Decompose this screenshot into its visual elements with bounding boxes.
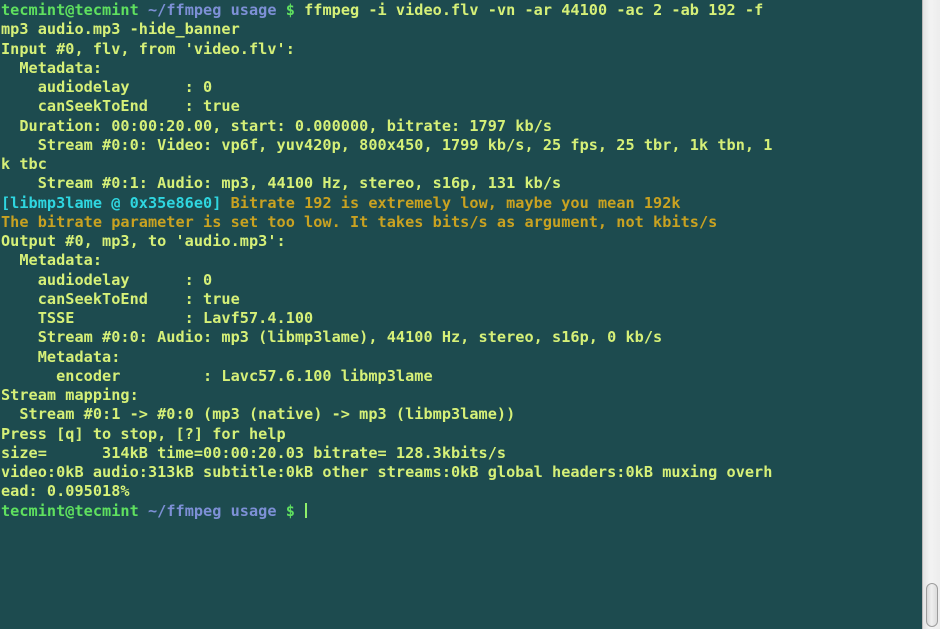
- line-prompt-command-seg-2: ~/ffmpeg usage: [147, 1, 277, 19]
- line-final-prompt-seg-3: [277, 502, 286, 520]
- line-size-progress-seg-0: size= 314kB time=00:00:20.03 bitrate= 12…: [1, 443, 507, 462]
- line-stream-metadata-seg-0: Metadata:: [1, 347, 121, 366]
- terminal-window: tecmint@tecmint ~/ffmpeg usage $ ffmpeg …: [0, 0, 940, 629]
- line-press-q-seg-0: Press [q] to stop, [?] for help: [1, 424, 286, 443]
- line-output-metadata: Metadata:: [1, 251, 922, 270]
- vertical-scrollbar[interactable]: [922, 0, 940, 629]
- line-stream-video: Stream #0:0: Video: vp6f, yuv420p, 800x4…: [1, 136, 922, 155]
- line-stream-mapping-header-seg-0: Stream mapping:: [1, 386, 139, 404]
- line-command-wrap: mp3 audio.mp3 -hide_banner: [1, 20, 922, 39]
- line-input-metadata: Metadata:: [1, 59, 922, 78]
- line-stream-mapping-header: Stream mapping:: [1, 386, 922, 405]
- scrollbar-track[interactable]: [923, 0, 940, 629]
- line-input-canseektoend: canSeekToEnd : true: [1, 97, 922, 116]
- line-final-prompt-seg-5: [295, 502, 304, 520]
- line-stream-video-seg-0: Stream #0:0: Video: vp6f, yuv420p, 800x4…: [1, 135, 773, 154]
- line-final-prompt: tecmint@tecmint ~/ffmpeg usage $: [1, 502, 922, 521]
- line-command-wrap-seg-0: mp3 audio.mp3 -hide_banner: [1, 20, 240, 39]
- line-stream-mapping-entry-seg-0: Stream #0:1 -> #0:0 (mp3 (native) -> mp3…: [1, 405, 516, 424]
- text-cursor: [305, 502, 308, 518]
- line-muxing-overhead-wrap-seg-0: ead: 0.095018%: [1, 482, 130, 501]
- line-input-audiodelay-seg-0: audiodelay : 0: [1, 78, 213, 96]
- line-bitrate-warning: The bitrate parameter is set too low. It…: [1, 213, 922, 232]
- line-libmp3lame-warning: [libmp3lame @ 0x35e86e0] Bitrate 192 is …: [1, 194, 922, 213]
- line-encoder: encoder : Lavc57.6.100 libmp3lame: [1, 367, 922, 386]
- line-input-header: Input #0, flv, from 'video.flv':: [1, 40, 922, 59]
- line-muxing-overhead-seg-0: video:0kB audio:313kB subtitle:0kB other…: [1, 463, 773, 481]
- line-prompt-command: tecmint@tecmint ~/ffmpeg usage $ ffmpeg …: [1, 1, 922, 20]
- line-size-progress: size= 314kB time=00:00:20.03 bitrate= 12…: [1, 444, 922, 463]
- line-muxing-overhead: video:0kB audio:313kB subtitle:0kB other…: [1, 463, 922, 482]
- line-output-tsse: TSSE : Lavf57.4.100: [1, 309, 922, 328]
- line-final-prompt-seg-2: ~/ffmpeg usage: [147, 501, 277, 520]
- line-final-prompt-seg-1: [139, 502, 148, 520]
- line-stream-audio-out-seg-0: Stream #0:0: Audio: mp3 (libmp3lame), 44…: [1, 328, 663, 347]
- line-stream-video-wrap-seg-0: k tbc: [1, 155, 47, 173]
- line-libmp3lame-warning-seg-1: Bitrate 192 is extremely low, maybe you …: [221, 193, 681, 212]
- line-duration-seg-0: Duration: 00:00:20.00, start: 0.000000, …: [1, 116, 553, 135]
- line-prompt-command-seg-0: tecmint@tecmint: [1, 1, 139, 19]
- line-input-canseektoend-seg-0: canSeekToEnd : true: [1, 97, 240, 116]
- line-prompt-command-seg-1: [139, 1, 148, 19]
- line-output-canseektoend-seg-0: canSeekToEnd : true: [1, 289, 240, 308]
- line-output-header: Output #0, mp3, to 'audio.mp3':: [1, 232, 922, 251]
- line-stream-audio-in-seg-0: Stream #0:1: Audio: mp3, 44100 Hz, stere…: [1, 174, 562, 193]
- line-prompt-command-seg-4: $: [285, 1, 295, 19]
- line-stream-video-wrap: k tbc: [1, 155, 922, 174]
- line-prompt-command-seg-3: [277, 1, 286, 19]
- line-bitrate-warning-seg-0: The bitrate parameter is set too low. It…: [1, 212, 718, 231]
- line-input-metadata-seg-0: Metadata:: [1, 58, 103, 77]
- line-output-audiodelay: audiodelay : 0: [1, 271, 922, 290]
- line-input-audiodelay: audiodelay : 0: [1, 78, 922, 97]
- line-muxing-overhead-wrap: ead: 0.095018%: [1, 482, 922, 501]
- line-duration: Duration: 00:00:20.00, start: 0.000000, …: [1, 117, 922, 136]
- line-stream-metadata: Metadata:: [1, 348, 922, 367]
- terminal-output-area[interactable]: tecmint@tecmint ~/ffmpeg usage $ ffmpeg …: [0, 0, 922, 629]
- line-encoder-seg-0: encoder : Lavc57.6.100 libmp3lame: [1, 366, 433, 385]
- line-output-canseektoend: canSeekToEnd : true: [1, 290, 922, 309]
- scrollbar-thumb[interactable]: [926, 583, 938, 627]
- line-stream-audio-in: Stream #0:1: Audio: mp3, 44100 Hz, stere…: [1, 174, 922, 193]
- line-final-prompt-seg-4: $: [285, 501, 295, 520]
- line-press-q: Press [q] to stop, [?] for help: [1, 425, 922, 444]
- line-output-metadata-seg-0: Metadata:: [1, 251, 103, 270]
- line-stream-mapping-entry: Stream #0:1 -> #0:0 (mp3 (native) -> mp3…: [1, 405, 922, 424]
- line-output-header-seg-0: Output #0, mp3, to 'audio.mp3':: [1, 232, 286, 250]
- line-output-audiodelay-seg-0: audiodelay : 0: [1, 270, 213, 289]
- line-stream-audio-out: Stream #0:0: Audio: mp3 (libmp3lame), 44…: [1, 328, 922, 347]
- line-output-tsse-seg-0: TSSE : Lavf57.4.100: [1, 309, 314, 327]
- line-final-prompt-seg-0: tecmint@tecmint: [1, 501, 139, 520]
- line-libmp3lame-warning-seg-0: [libmp3lame @ 0x35e86e0]: [1, 193, 222, 212]
- line-input-header-seg-0: Input #0, flv, from 'video.flv':: [1, 39, 295, 58]
- line-prompt-command-seg-5: ffmpeg -i video.flv -vn -ar 44100 -ac 2 …: [294, 1, 764, 19]
